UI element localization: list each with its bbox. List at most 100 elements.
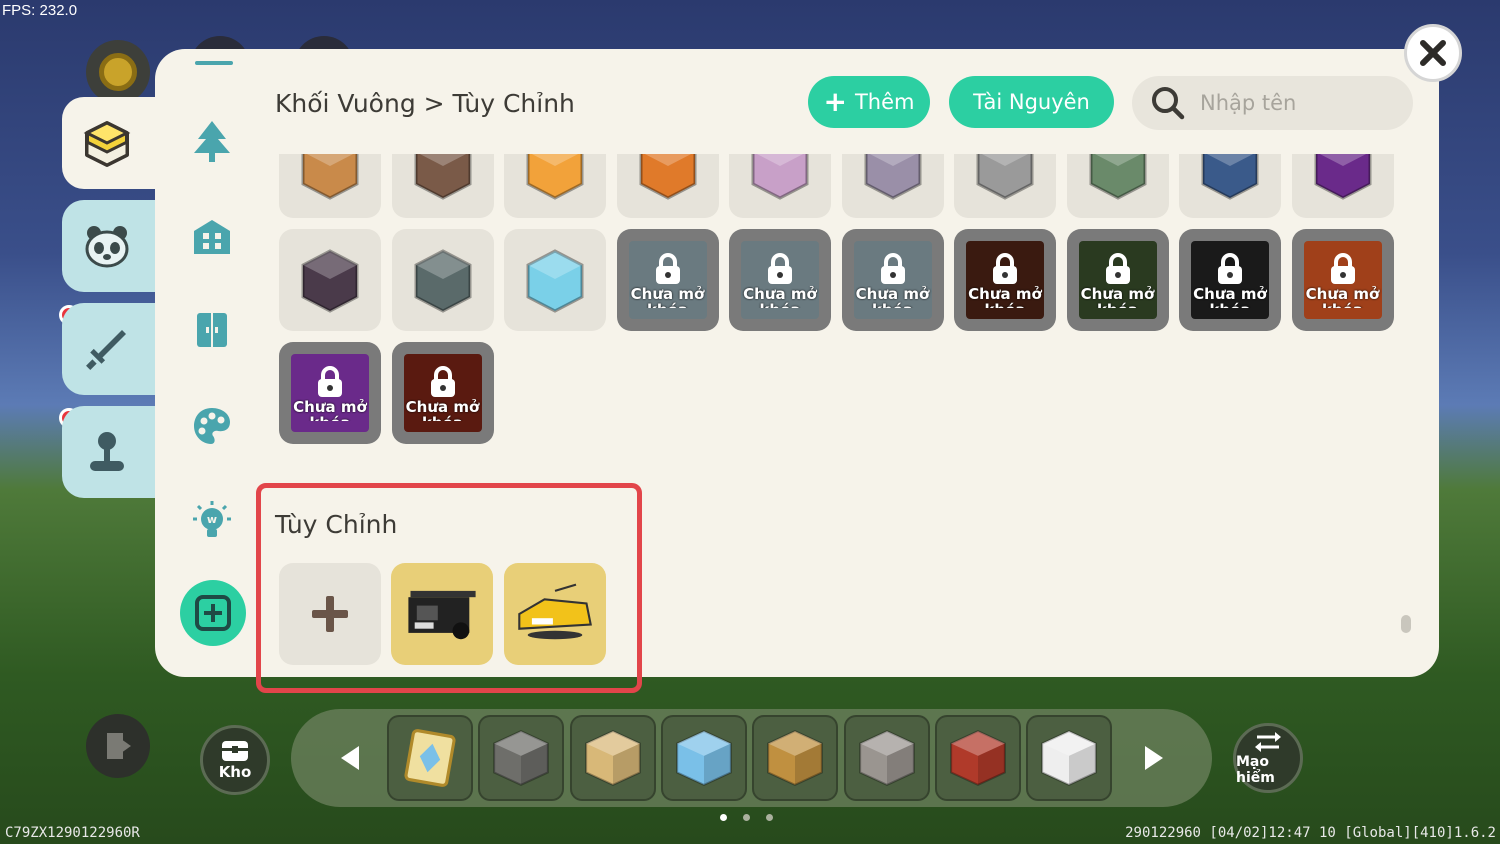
nav-buildings[interactable]: [187, 212, 237, 262]
locked-block-cell[interactable]: Chưa mở khóa: [279, 342, 381, 444]
locked-block-cell[interactable]: Chưa mở khóa: [729, 229, 831, 331]
locked-block-cell[interactable]: Chưa mở khóa: [841, 229, 944, 331]
add-button[interactable]: + Thêm: [808, 76, 930, 128]
search-input[interactable]: [1200, 91, 1390, 115]
locked-block-cell[interactable]: Chưa mở khóa: [1291, 229, 1394, 331]
palette-icon: [194, 408, 230, 444]
hotbar-slot-brick-block[interactable]: [934, 715, 1021, 801]
block-cell-stone-statue[interactable]: [954, 154, 1056, 218]
close-icon: [1420, 40, 1446, 66]
lock-overlay: Chưa mở khóa: [617, 229, 719, 331]
item-art: [1089, 154, 1146, 200]
block-cell-totem-pink[interactable]: [279, 154, 381, 218]
nav-custom-add[interactable]: [180, 580, 246, 646]
item-art: [301, 249, 359, 313]
resources-button[interactable]: Tài Nguyên: [949, 76, 1114, 128]
lock-icon: [768, 253, 792, 284]
lock-overlay: Chưa mở khóa: [279, 342, 381, 444]
panda-icon: [85, 226, 129, 268]
adventure-mode-button[interactable]: Mạo hiểm: [1233, 723, 1303, 793]
tab-weapons[interactable]: [62, 303, 162, 395]
block-cell-crystal-orb[interactable]: [504, 229, 606, 331]
nav-doors[interactable]: [187, 305, 237, 355]
locked-block-cell[interactable]: Chưa mở khóa: [391, 342, 494, 444]
locked-block-cell[interactable]: Chưa mở khóa: [954, 229, 1056, 331]
tab-blocks[interactable]: [62, 97, 162, 189]
swap-icon: [1255, 732, 1281, 752]
item-art: [526, 249, 584, 313]
sand-block-icon: [584, 729, 641, 787]
nav-nature[interactable]: [187, 116, 237, 166]
tab-mechanisms[interactable]: [62, 406, 162, 498]
hotbar-next[interactable]: [1139, 743, 1169, 773]
locked-label: Chưa mở khóa: [1193, 286, 1267, 308]
block-cell-blue-dragon[interactable]: [1179, 154, 1281, 218]
block-cell-orange-fruit[interactable]: [504, 154, 606, 218]
hotbar: [291, 709, 1212, 807]
locked-label: Chưa mở khóa: [968, 286, 1042, 308]
locked-label: Chưa mở khóa: [1305, 286, 1380, 308]
page-dot: [720, 814, 727, 821]
tab-creatures[interactable]: [62, 200, 162, 292]
add-square-icon: [195, 595, 231, 631]
block-cell-dark-dragon[interactable]: [1291, 154, 1394, 218]
locked-label: Chưa mở khóa: [1080, 286, 1155, 308]
block-icon: [83, 121, 131, 167]
locked-block-cell[interactable]: Chưa mở khóa: [1066, 229, 1169, 331]
lock-icon: [880, 253, 905, 284]
block-cell-dark-hammer[interactable]: [279, 229, 381, 331]
plus-icon: +: [823, 85, 847, 118]
lock-icon: [655, 253, 680, 284]
key-icon[interactable]: [86, 40, 150, 104]
hotbar-slot-blueprint-item[interactable]: [387, 715, 473, 801]
page-indicator: [720, 814, 773, 821]
block-cell-purple-block[interactable]: [729, 154, 831, 218]
lock-icon: [1218, 253, 1242, 284]
cobblestone-block-icon: [493, 729, 550, 787]
lock-overlay: Chưa mở khóa: [1292, 229, 1394, 331]
scrollbar[interactable]: [1401, 615, 1411, 633]
item-art: [414, 154, 471, 200]
nav-drag-handle[interactable]: [195, 61, 233, 65]
lock-overlay: Chưa mở khóa: [954, 229, 1056, 331]
nav-decor[interactable]: [187, 401, 237, 451]
arrow-left-icon: [341, 746, 359, 770]
nav-lighting[interactable]: w: [187, 496, 237, 546]
locked-block-cell[interactable]: Chưa mở khóa: [616, 229, 719, 331]
hotbar-prev[interactable]: [335, 743, 365, 773]
locked-block-cell[interactable]: Chưa mở khóa: [1179, 229, 1281, 331]
exit-button[interactable]: [86, 714, 150, 778]
hotbar-slot-stone-brick-block[interactable]: [843, 715, 930, 801]
fps-counter: FPS: 232.0: [2, 2, 78, 19]
svg-text:w: w: [207, 513, 217, 526]
custom-section-highlight: [256, 483, 642, 693]
locked-label: Chưa mở khóa: [405, 399, 480, 421]
player-id: C79ZX1290122960R: [5, 825, 140, 841]
joystick-icon: [90, 432, 124, 471]
close-button[interactable]: [1404, 24, 1462, 82]
block-cell-stone-pedestal[interactable]: [841, 154, 944, 218]
locked-label: Chưa mở khóa: [293, 399, 367, 421]
block-cell-stone-machine[interactable]: [391, 229, 494, 331]
hotbar-slot-ice-block[interactable]: [660, 715, 747, 801]
tree-icon: [194, 121, 230, 162]
white-block-icon: [1041, 729, 1097, 787]
hotbar-slot-wood-plank-block[interactable]: [752, 715, 839, 801]
exit-icon: [107, 733, 131, 759]
hotbar-slot-sand-block[interactable]: [569, 715, 656, 801]
block-cell-green-statue[interactable]: [1066, 154, 1169, 218]
door-icon: [197, 313, 227, 347]
item-art: [301, 154, 359, 200]
block-cell-totem-brown[interactable]: [391, 154, 494, 218]
breadcrumb: Khối Vuông > Tùy Chỉnh: [275, 89, 575, 118]
lock-icon: [1330, 253, 1355, 284]
block-cell-flame-sword[interactable]: [616, 154, 719, 218]
item-art: [1314, 154, 1371, 200]
locked-label: Chưa mở khóa: [743, 286, 817, 308]
item-art: [526, 154, 584, 200]
hotbar-slot-white-block[interactable]: [1026, 715, 1113, 801]
lock-icon: [430, 366, 455, 397]
storage-button[interactable]: Kho: [200, 725, 270, 795]
hotbar-slot-cobblestone-block[interactable]: [478, 715, 565, 801]
search-box[interactable]: [1132, 76, 1413, 130]
